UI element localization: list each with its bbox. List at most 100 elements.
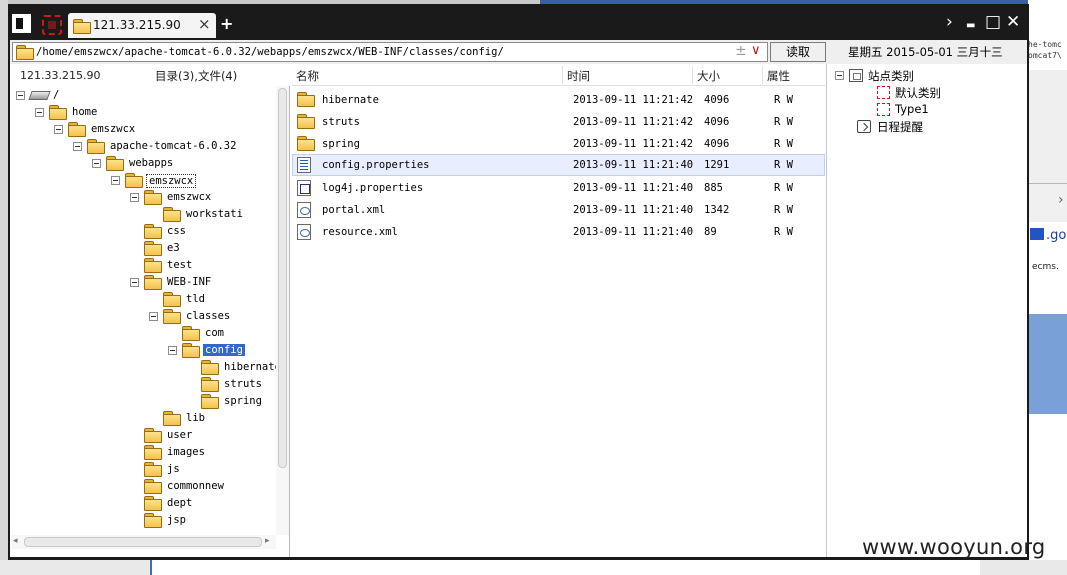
file-row-highlighted[interactable]: config.properties 2013-09-11 11:21:40 12… bbox=[292, 154, 825, 176]
file-attr: R W bbox=[774, 94, 793, 106]
file-row[interactable]: spring 2013-09-11 11:21:42 4096 R W bbox=[292, 133, 825, 155]
file-name: resource.xml bbox=[322, 226, 398, 238]
file-name: spring bbox=[322, 138, 360, 150]
file-name: hibernate bbox=[322, 94, 379, 106]
folder-icon bbox=[125, 173, 143, 188]
file-time: 2013-09-11 11:21:40 bbox=[573, 226, 694, 238]
collapse-icon[interactable] bbox=[111, 176, 120, 185]
tab-label: 121.33.215.90 bbox=[93, 18, 181, 32]
column-size[interactable]: 大小 bbox=[697, 68, 720, 84]
folder-icon bbox=[201, 360, 219, 375]
background-go-text: .go bbox=[1030, 228, 1066, 243]
path-input[interactable]: /home/emszwcx/apache-tomcat-6.0.32/webap… bbox=[12, 42, 768, 62]
file-attr: R W bbox=[774, 116, 793, 128]
folder-icon bbox=[163, 411, 181, 426]
file-name: log4j.properties bbox=[322, 182, 424, 194]
log-file-icon bbox=[297, 180, 311, 196]
file-row[interactable]: portal.xml 2013-09-11 11:21:40 1342 R W bbox=[292, 199, 825, 221]
folder-open-icon bbox=[182, 343, 200, 358]
collapse-icon[interactable] bbox=[168, 346, 177, 355]
chevron-down-icon[interactable]: ∨ bbox=[751, 43, 761, 58]
tree-vertical-scrollbar[interactable] bbox=[276, 86, 289, 535]
folder-icon bbox=[144, 479, 162, 494]
close-button[interactable]: ✕ bbox=[1006, 12, 1020, 32]
scroll-left-icon[interactable]: ◂ bbox=[13, 536, 18, 546]
collapse-icon[interactable] bbox=[130, 278, 139, 287]
properties-file-icon bbox=[297, 157, 311, 173]
bookmark-plus-icon[interactable]: ± bbox=[735, 43, 747, 59]
collapse-icon[interactable] bbox=[835, 71, 844, 80]
collapse-icon[interactable] bbox=[130, 193, 139, 202]
file-row[interactable]: hibernate 2013-09-11 11:21:42 4096 R W bbox=[292, 89, 825, 111]
scroll-thumb[interactable] bbox=[24, 537, 262, 547]
file-attr: R W bbox=[774, 159, 793, 171]
folder-icon bbox=[73, 19, 91, 34]
folder-icon bbox=[144, 241, 162, 256]
folder-icon bbox=[144, 445, 162, 460]
collapse-icon[interactable] bbox=[16, 91, 25, 100]
column-name[interactable]: 名称 bbox=[296, 68, 319, 84]
file-time: 2013-09-11 11:21:40 bbox=[573, 204, 694, 216]
tab-server[interactable]: 121.33.215.90 × bbox=[68, 13, 216, 38]
record-icon[interactable] bbox=[42, 15, 62, 35]
background-bottom bbox=[0, 560, 1067, 575]
directory-tree: / home emszwcx apache-tomcat-6.0.32 weba… bbox=[10, 86, 276, 528]
new-tab-button[interactable]: + bbox=[220, 14, 233, 33]
column-attr[interactable]: 属性 bbox=[767, 68, 790, 84]
background-right-window: he-tomc omcat7\ › .go ecms. bbox=[1028, 0, 1067, 575]
maximize-button[interactable]: □ bbox=[985, 12, 1001, 32]
folder-icon bbox=[106, 156, 124, 171]
background-left bbox=[0, 0, 8, 575]
category-icon bbox=[877, 86, 890, 99]
file-time: 2013-09-11 11:21:42 bbox=[573, 94, 694, 106]
collapse-icon[interactable] bbox=[73, 142, 82, 151]
column-time[interactable]: 时间 bbox=[567, 68, 590, 84]
folder-icon bbox=[144, 513, 162, 528]
file-row[interactable]: log4j.properties 2013-09-11 11:21:40 885… bbox=[292, 177, 825, 199]
folder-icon bbox=[201, 377, 219, 392]
window-content: /home/emszwcx/apache-tomcat-6.0.32/webap… bbox=[10, 40, 1027, 557]
minimize-button[interactable]: ▬ bbox=[966, 16, 975, 36]
file-size: 4096 bbox=[704, 138, 730, 150]
collapse-icon[interactable] bbox=[35, 108, 44, 117]
background-ecms-text: ecms. bbox=[1032, 262, 1059, 272]
background-text: he-tomc bbox=[1028, 40, 1062, 49]
folder-icon bbox=[163, 309, 181, 324]
folder-icon bbox=[297, 114, 315, 129]
folder-icon bbox=[144, 190, 162, 205]
read-button[interactable]: 读取 bbox=[770, 42, 826, 62]
folder-icon bbox=[163, 292, 181, 307]
tab-close-icon[interactable]: × bbox=[198, 15, 211, 33]
file-name: struts bbox=[322, 116, 360, 128]
folder-icon bbox=[144, 275, 162, 290]
calendar-icon bbox=[857, 120, 871, 133]
file-size: 4096 bbox=[704, 94, 730, 106]
file-size: 1342 bbox=[704, 204, 730, 216]
tree-header: 121.33.215.90 目录(3),文件(4) bbox=[10, 64, 290, 86]
path-text: /home/emszwcx/apache-tomcat-6.0.32/webap… bbox=[36, 46, 504, 58]
folder-icon bbox=[87, 139, 105, 154]
xml-file-icon bbox=[297, 224, 311, 240]
xml-file-icon bbox=[297, 202, 311, 218]
file-attr: R W bbox=[774, 182, 793, 194]
host-label: 121.33.215.90 bbox=[20, 69, 101, 82]
collapse-icon[interactable] bbox=[149, 312, 158, 321]
watermark: www.wooyun.org bbox=[862, 535, 1046, 559]
scroll-thumb[interactable] bbox=[278, 88, 287, 468]
app-logo-icon[interactable] bbox=[12, 14, 31, 33]
file-row[interactable]: resource.xml 2013-09-11 11:21:40 89 R W bbox=[292, 221, 825, 243]
collapse-icon[interactable] bbox=[92, 159, 101, 168]
file-time: 2013-09-11 11:21:42 bbox=[573, 138, 694, 150]
folder-icon bbox=[144, 462, 162, 477]
file-attr: R W bbox=[774, 138, 793, 150]
tree-horizontal-scrollbar[interactable]: ◂ ▸ bbox=[12, 535, 276, 549]
scroll-right-icon[interactable]: ▸ bbox=[265, 536, 270, 546]
file-size: 89 bbox=[704, 226, 717, 238]
chevron-right-icon[interactable]: › bbox=[946, 12, 953, 32]
folder-icon bbox=[16, 45, 34, 60]
file-row[interactable]: struts 2013-09-11 11:21:42 4096 R W bbox=[292, 111, 825, 133]
folder-icon bbox=[201, 394, 219, 409]
file-list-panel: 名称 时间 大小 属性 hibernate 2013-09-11 11:21:4… bbox=[292, 64, 825, 557]
file-size: 885 bbox=[704, 182, 723, 194]
collapse-icon[interactable] bbox=[54, 125, 63, 134]
